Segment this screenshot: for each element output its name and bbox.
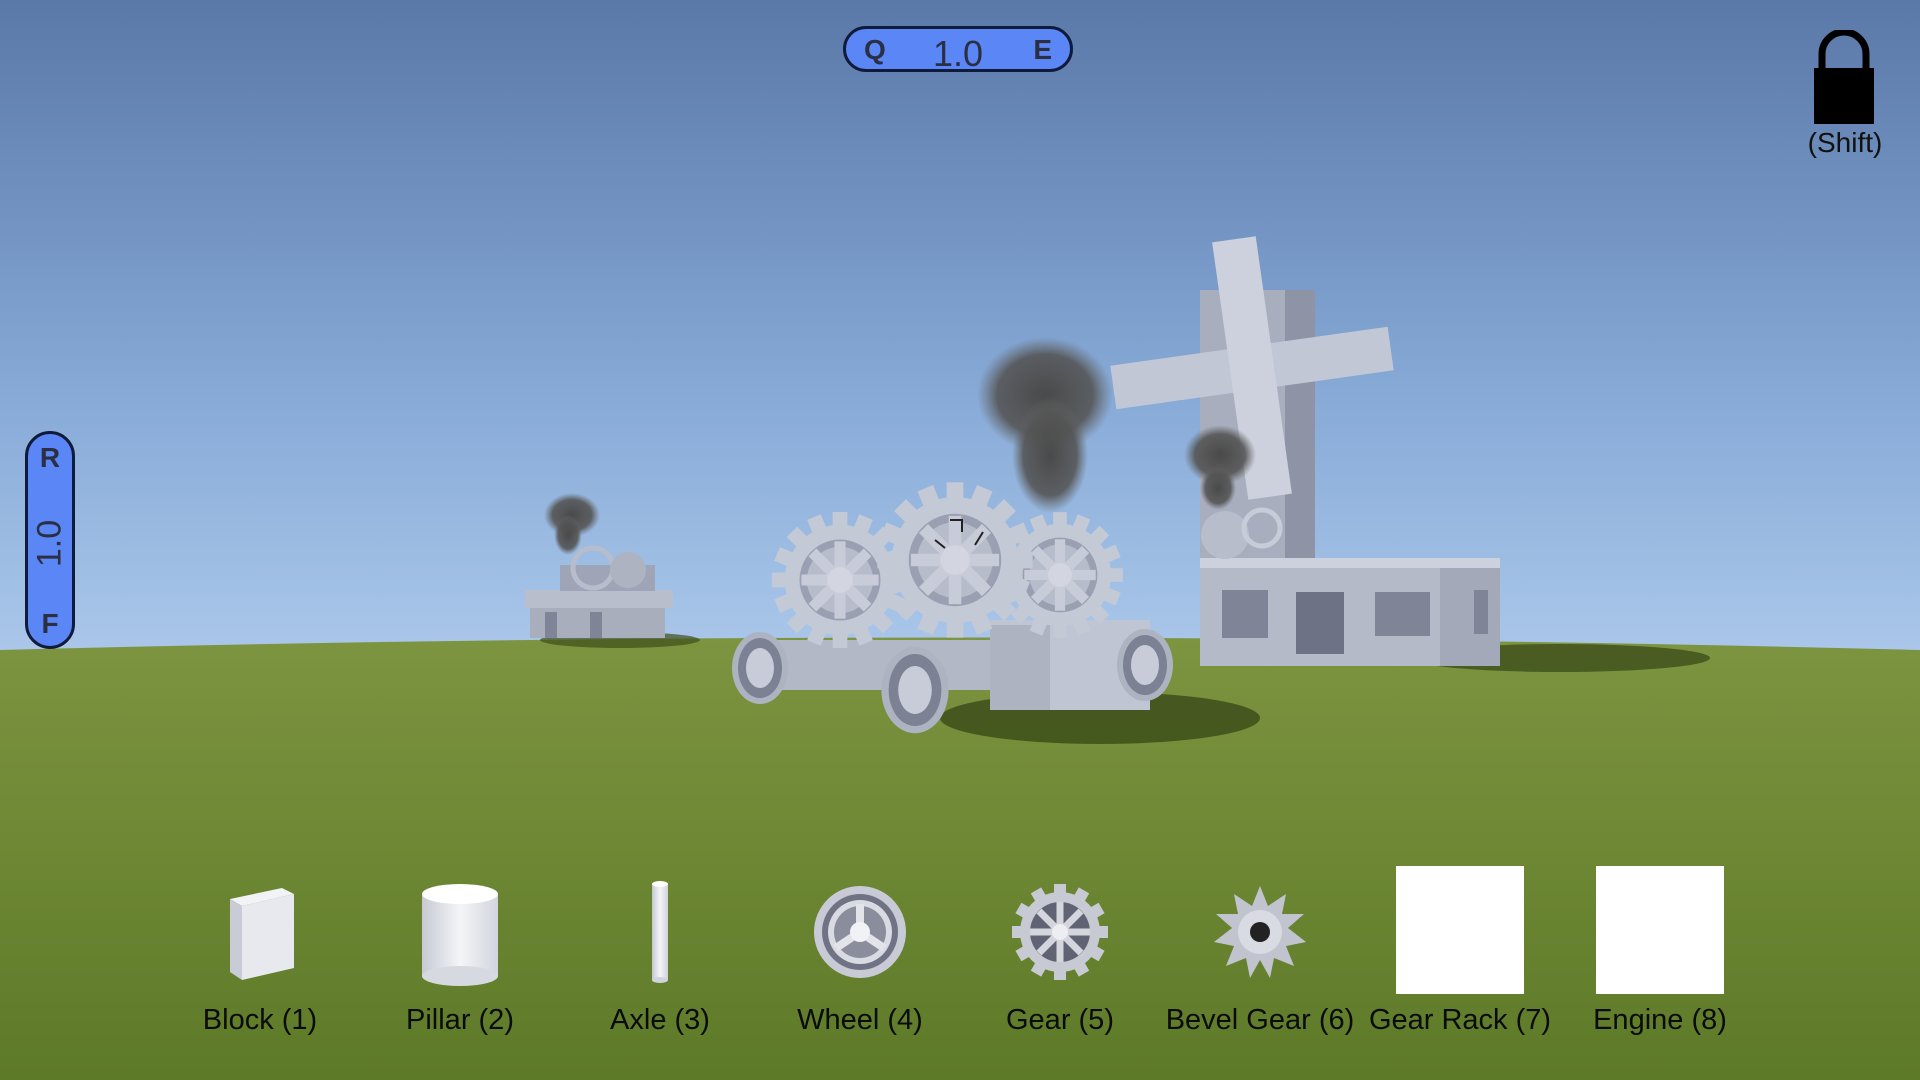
gear-rack-icon — [1396, 866, 1524, 994]
toolbar-label: Bevel Gear (6) — [1165, 1004, 1355, 1036]
rotate-up-key[interactable]: R — [28, 442, 72, 474]
parts-toolbar: Block (1) Pillar (2) Axle (3) Wheel (4) — [0, 860, 1920, 1060]
toolbar-label: Engine (8) — [1593, 1004, 1727, 1036]
toolbar-label: Axle (3) — [610, 1004, 710, 1036]
toolbar-slot-gear[interactable]: Gear (5) — [960, 860, 1160, 1050]
block-icon — [230, 888, 294, 980]
padlock-icon[interactable] — [1808, 30, 1880, 126]
rotate-down-key[interactable]: F — [28, 608, 72, 640]
toolbar-slot-pillar[interactable]: Pillar (2) — [360, 860, 560, 1050]
rotate-value: 1.0 — [30, 519, 69, 568]
toolbar-label: Gear (5) — [1006, 1004, 1114, 1036]
scale-increase-key[interactable]: E — [1033, 34, 1052, 66]
toolbar-label: Block (1) — [202, 1004, 318, 1036]
toolbar-slot-gear-rack[interactable]: Gear Rack (7) — [1360, 860, 1560, 1050]
bevel-gear-icon — [1214, 886, 1306, 978]
gear-icon — [1012, 884, 1108, 980]
scale-control[interactable]: Q 1.0 E — [843, 26, 1073, 74]
rotate-control[interactable]: R 1.0 F — [25, 431, 75, 649]
toolbar-label: Wheel (4) — [797, 1004, 923, 1036]
toolbar-slot-axle[interactable]: Axle (3) — [560, 860, 760, 1050]
lock-shortcut-label: (Shift) — [1807, 127, 1883, 158]
toolbar-label: Pillar (2) — [406, 1004, 514, 1036]
toolbar-slot-bevel-gear[interactable]: Bevel Gear (6) — [1160, 860, 1360, 1050]
toolbar-label: Gear Rack (7) — [1368, 1004, 1552, 1036]
toolbar-slot-block[interactable]: Block (1) — [160, 860, 360, 1050]
engine-icon — [1596, 866, 1724, 994]
axle-icon — [652, 881, 668, 983]
pillar-icon — [422, 884, 498, 986]
toolbar-slot-engine[interactable]: Engine (8) — [1560, 860, 1760, 1050]
wheel-icon — [814, 886, 906, 978]
toolbar-slot-wheel[interactable]: Wheel (4) — [760, 860, 960, 1050]
